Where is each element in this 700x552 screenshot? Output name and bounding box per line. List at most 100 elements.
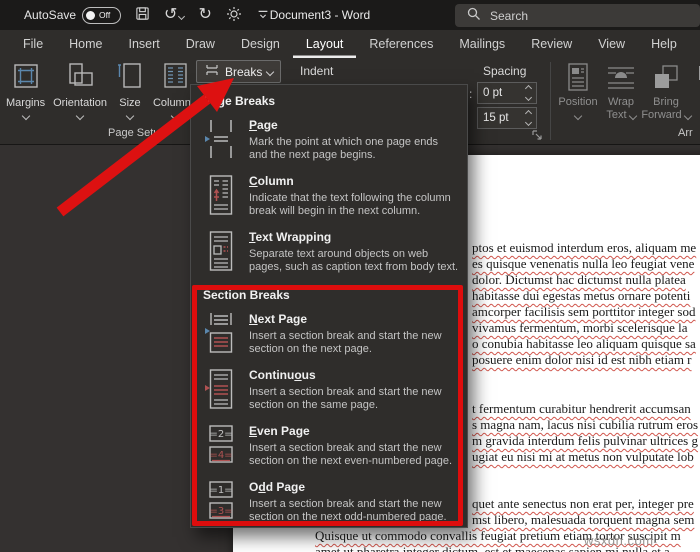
chevron-down-icon <box>628 111 636 119</box>
tab-mailings[interactable]: Mailings <box>446 30 518 58</box>
text-wrapping-break-icon <box>204 229 238 273</box>
customize-quick-access-icon[interactable] <box>256 7 270 24</box>
spinner-arrows[interactable] <box>526 86 536 100</box>
undo-icon: ↺ <box>164 7 177 23</box>
orientation-icon <box>65 61 95 94</box>
size-button[interactable]: Size <box>115 61 145 119</box>
margins-label: Margins <box>6 97 45 109</box>
spacing-before-input[interactable]: 0 pt <box>477 82 537 104</box>
wrap-text-label-1: Wrap <box>608 96 634 109</box>
menu-item-text-wrapping[interactable]: Text Wrapping Separate text around objec… <box>191 223 467 279</box>
document-text-line: s magna nam, lacus nisi cubilia rutrum e… <box>472 417 698 433</box>
tab-view[interactable]: View <box>585 30 638 58</box>
document-text-line: quet ante senectus non erat per, integer… <box>472 496 694 512</box>
spinner-arrows[interactable] <box>526 111 536 125</box>
chevron-down-icon[interactable] <box>525 119 532 126</box>
autosave-label: AutoSave <box>24 8 76 22</box>
chevron-down-icon <box>170 112 178 120</box>
chevron-up-icon[interactable] <box>525 85 532 92</box>
orientation-label: Orientation <box>53 97 107 109</box>
breaks-icon <box>204 64 220 80</box>
document-text-line: t fermentum curabitur hendrerit accumsan <box>472 401 691 417</box>
paragraph-dialog-launcher-icon[interactable] <box>531 128 543 146</box>
send-backward-button[interactable]: Ba <box>690 62 700 109</box>
chevron-up-icon[interactable] <box>525 110 532 117</box>
watermark: wsxdn.com <box>584 533 654 548</box>
margins-icon <box>11 61 41 94</box>
sun-icon[interactable] <box>226 6 242 25</box>
menu-item-description: Indicate that the text following the col… <box>249 192 459 219</box>
chevron-down-icon <box>574 112 582 120</box>
chevron-down-icon <box>21 112 29 120</box>
menu-item-column[interactable]: Column Indicate that the text following … <box>191 167 467 223</box>
redo-icon[interactable]: ↻ <box>198 7 211 23</box>
document-text-line: o conubia habitasse leo aliquam quisque … <box>472 336 696 352</box>
document-text-line: ptos et euismod interdum eros, aliquam m… <box>472 240 696 256</box>
document-text-line: dolor. Dictumst hac dictumst nulla plate… <box>472 272 686 288</box>
document-text-line: es quisque venenatis nulla leo feugiat v… <box>472 256 694 272</box>
chevron-down-icon[interactable] <box>525 94 532 101</box>
ribbon-tab-row: File Home Insert Draw Design Layout Refe… <box>0 30 700 58</box>
tab-review[interactable]: Review <box>518 30 585 58</box>
search-input[interactable]: Search <box>455 4 700 27</box>
document-text-line: amcorper facilisis sem porttitor integer… <box>472 304 695 320</box>
search-placeholder: Search <box>490 9 528 23</box>
search-icon <box>467 7 481 24</box>
wrap-text-button[interactable]: Wrap Text <box>601 62 641 122</box>
toggle-knob <box>86 11 95 20</box>
spacing-before-colon: : <box>469 87 472 101</box>
document-text-line: ugiat eu nisi mi at metus non vulputate … <box>472 449 694 465</box>
menu-item-title: Column <box>249 174 294 188</box>
arrange-group-label-partial: Arr <box>678 127 693 139</box>
tab-design[interactable]: Design <box>228 30 293 58</box>
send-backward-icon <box>695 62 700 96</box>
chevron-down-icon <box>126 112 134 120</box>
chevron-down-icon <box>266 67 274 75</box>
wrap-text-icon <box>605 62 637 96</box>
autosave-toggle[interactable]: AutoSave Off <box>24 7 121 24</box>
columns-icon <box>160 61 190 94</box>
chevron-down-icon <box>76 112 84 120</box>
autosave-state: Off <box>99 10 110 20</box>
annotation-highlight-rectangle <box>192 285 463 526</box>
menu-item-page[interactable]: Page Mark the point at which one page en… <box>191 111 467 167</box>
tab-insert[interactable]: Insert <box>116 30 173 58</box>
group-divider <box>550 62 551 140</box>
tab-draw[interactable]: Draw <box>173 30 228 58</box>
tab-layout[interactable]: Layout <box>293 30 357 58</box>
tab-help[interactable]: Help <box>638 30 690 58</box>
title-bar: AutoSave Off ↺ ↻ Document3 - Wo <box>0 0 700 30</box>
orientation-button[interactable]: Orientation <box>53 61 107 119</box>
column-break-icon <box>204 173 238 217</box>
tab-file[interactable]: File <box>10 30 56 58</box>
spacing-after-input[interactable]: 15 pt <box>477 107 537 129</box>
undo-button[interactable]: ↺ <box>164 7 184 23</box>
indent-label: Indent <box>300 64 333 78</box>
quick-access-toolbar: ↺ ↻ <box>135 6 270 25</box>
chevron-down-icon <box>683 111 691 119</box>
chevron-down-icon <box>178 13 185 20</box>
menu-item-title: Page <box>249 118 278 132</box>
spacing-before-value: 0 pt <box>478 87 526 99</box>
size-label: Size <box>119 97 140 109</box>
page-setup-group-label: Page Setup <box>108 127 166 139</box>
menu-item-description: Mark the point at which one page ends an… <box>249 136 459 163</box>
document-text-line: m gravida interdum felis pulvinar ultric… <box>472 433 698 449</box>
breaks-button[interactable]: Breaks <box>196 60 281 83</box>
wrap-text-label-2: Text <box>606 109 626 122</box>
position-label: Position <box>558 96 597 109</box>
page-breaks-section-header: Page Breaks <box>191 91 467 111</box>
position-button[interactable]: Position <box>556 62 600 119</box>
margins-button[interactable]: Margins <box>6 61 45 119</box>
save-icon[interactable] <box>135 6 150 24</box>
tab-references[interactable]: References <box>356 30 446 58</box>
page-break-icon <box>204 117 238 161</box>
bring-forward-button[interactable]: Bring Forward <box>642 62 690 122</box>
breaks-label: Breaks <box>225 65 262 79</box>
document-text-line: mst libero, malesuada torquent magna sem <box>472 512 694 528</box>
autosave-switch[interactable]: Off <box>82 7 121 24</box>
document-text-line: habitasse dui egestas metus ornare poten… <box>472 288 690 304</box>
tab-home[interactable]: Home <box>56 30 115 58</box>
bring-forward-icon <box>651 62 681 96</box>
menu-item-title: Text Wrapping <box>249 230 331 244</box>
